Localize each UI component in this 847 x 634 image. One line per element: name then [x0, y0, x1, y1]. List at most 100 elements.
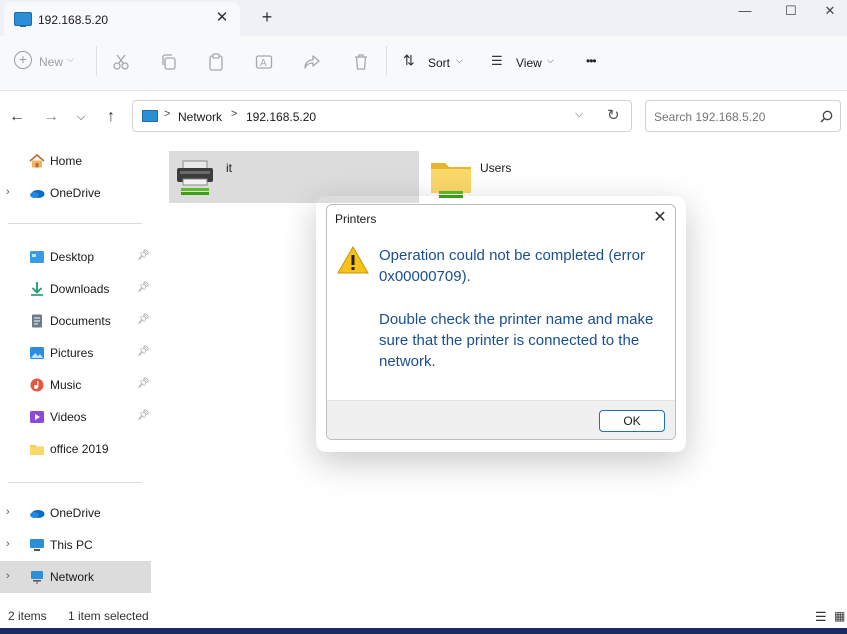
maximize-button[interactable]: ☐ [768, 0, 814, 24]
dialog-title: Printers [335, 212, 377, 226]
address-dropdown-button[interactable]: ⌵ [575, 108, 583, 121]
recent-locations-button[interactable]: ⌵ [70, 106, 92, 128]
chevron-down-icon: ⌵ [67, 54, 74, 64]
sidebar-item-downloads[interactable]: Downloads 📌︎ [0, 275, 151, 303]
sidebar-item-music[interactable]: Music 📌︎ [0, 371, 151, 399]
sidebar-item-label: Network [50, 570, 95, 584]
pin-icon[interactable]: 📌︎ [137, 250, 150, 261]
warning-icon [337, 245, 369, 274]
breadcrumb-network[interactable]: Network [178, 110, 222, 124]
music-icon [30, 378, 44, 392]
sort-label: Sort [428, 56, 451, 70]
new-label: New [39, 55, 64, 69]
download-icon [31, 282, 43, 296]
tiles-view-icon[interactable]: ▦ [834, 609, 845, 623]
sidebar-item-office-2019[interactable]: office 2019 [0, 435, 151, 463]
sidebar-item-desktop[interactable]: Desktop 📌︎ [0, 243, 151, 271]
item-name: Users [480, 161, 512, 175]
chevron-right-icon[interactable]: › [6, 570, 10, 582]
sidebar-item-documents[interactable]: Documents 📌︎ [0, 307, 151, 335]
view-label: View [516, 56, 542, 70]
search-input[interactable] [652, 107, 816, 127]
sidebar-item-label: Desktop [50, 250, 95, 264]
sidebar-item-pictures[interactable]: Pictures 📌︎ [0, 339, 151, 367]
sidebar-item-home[interactable]: Home [0, 147, 151, 175]
sidebar-item-onedrive[interactable]: › OneDrive [0, 179, 151, 207]
dialog-detail: Double check the printer name and make s… [379, 311, 654, 370]
new-button[interactable]: + New ⌵ [14, 51, 92, 72]
search-icon[interactable] [820, 110, 833, 123]
back-button[interactable]: ← [6, 106, 28, 128]
desktop-icon [30, 251, 44, 263]
up-button[interactable]: ↑ [100, 106, 122, 128]
ok-button[interactable]: OK [599, 410, 665, 432]
details-view-icon[interactable]: ☰ [815, 609, 827, 625]
delete-icon[interactable] [352, 53, 370, 71]
plus-icon: + [14, 51, 32, 69]
cut-icon[interactable] [112, 53, 130, 71]
sidebar-item-label: Home [50, 154, 83, 168]
copy-icon[interactable] [160, 53, 178, 71]
taskbar-edge [0, 628, 847, 634]
new-tab-button[interactable]: + [256, 6, 278, 28]
refresh-icon[interactable]: ↻ [607, 106, 620, 124]
breadcrumb-separator: > [164, 108, 171, 120]
toolbar-divider [96, 46, 97, 76]
cloud-icon [30, 510, 45, 518]
sidebar-item-this-pc[interactable]: › This PC [0, 531, 151, 559]
address-bar[interactable]: > Network > 192.168.5.20 ⌵ ↻ [132, 100, 632, 132]
tab-active[interactable]: 192.168.5.20 ✕ [4, 2, 240, 36]
share-icon[interactable] [303, 53, 321, 71]
status-item-count: 2 items [8, 609, 47, 623]
pin-icon[interactable]: 📌︎ [137, 410, 150, 421]
chevron-right-icon[interactable]: › [6, 186, 10, 198]
document-icon [32, 314, 42, 328]
sidebar-item-label: Downloads [50, 282, 110, 296]
sort-button[interactable]: ⇅ Sort ⌵ [403, 52, 467, 73]
chevron-right-icon[interactable]: › [6, 538, 10, 550]
pin-icon[interactable]: 📌︎ [137, 282, 150, 293]
breadcrumb-host[interactable]: 192.168.5.20 [246, 110, 316, 124]
home-icon [29, 154, 45, 168]
sidebar-item-label: Documents [50, 314, 111, 328]
minimize-button[interactable]: — [722, 0, 768, 24]
computer-icon [30, 539, 44, 551]
sidebar-divider [8, 223, 142, 224]
forward-button[interactable]: → [40, 106, 62, 128]
sidebar-item-onedrive-2[interactable]: › OneDrive [0, 499, 151, 527]
network-icon [31, 571, 43, 584]
svg-text:A: A [260, 58, 267, 69]
more-options-button[interactable]: ••• [586, 54, 597, 68]
search-box[interactable] [645, 100, 841, 132]
rename-icon[interactable]: A [255, 53, 273, 71]
chevron-down-icon: ⌵ [547, 55, 554, 65]
view-icon: ☰ [491, 53, 503, 68]
close-window-button[interactable]: ✕ [813, 0, 847, 24]
sidebar-item-label: Videos [50, 410, 87, 424]
status-selection: 1 item selected [68, 609, 149, 623]
pin-icon[interactable]: 📌︎ [137, 378, 150, 389]
paste-icon[interactable] [207, 53, 225, 71]
view-button[interactable]: ☰ View ⌵ [491, 53, 557, 73]
sidebar-item-label: OneDrive [50, 186, 101, 200]
sidebar-item-network[interactable]: › Network [0, 561, 151, 593]
chevron-right-icon[interactable]: › [6, 506, 10, 518]
printer-icon [177, 160, 213, 195]
tab-close-button[interactable]: ✕ [212, 8, 232, 28]
chevron-down-icon: ⌵ [456, 55, 463, 65]
sidebar-divider [8, 482, 142, 483]
picture-icon [30, 347, 44, 359]
sidebar-item-label: Pictures [50, 346, 94, 360]
sidebar-item-label: Music [50, 378, 82, 392]
shared-folder-icon [431, 163, 471, 198]
cloud-icon [30, 190, 45, 198]
error-dialog: Printers ✕ Operation could not be comple… [326, 204, 676, 440]
sidebar-item-videos[interactable]: Videos 📌︎ [0, 403, 151, 431]
sort-icon: ⇅ [403, 52, 415, 68]
item-name: it [226, 161, 232, 175]
dialog-close-button[interactable]: ✕ [649, 207, 671, 229]
pin-icon[interactable]: 📌︎ [137, 346, 150, 357]
sidebar-item-label: OneDrive [50, 506, 101, 520]
pin-icon[interactable]: 📌︎ [137, 314, 150, 325]
network-computer-icon [14, 12, 32, 27]
